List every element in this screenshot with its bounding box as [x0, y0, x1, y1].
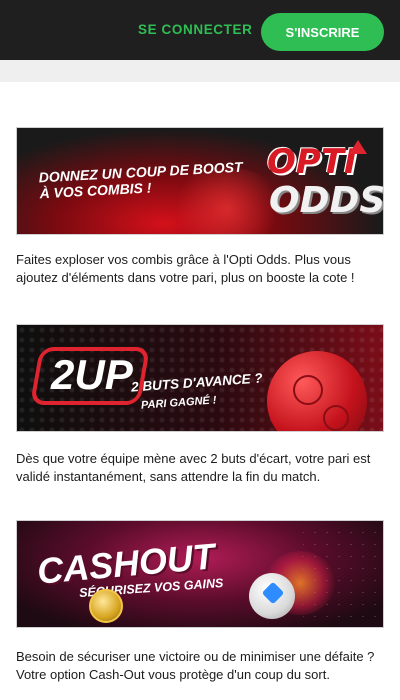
promo-description: Faites exploser vos combis grâce à l'Opt…	[16, 252, 355, 285]
promo-banner-opti-odds[interactable]: DONNEZ UN COUP DE BOOST À VOS COMBIS ! O…	[16, 127, 384, 235]
sub-header-strip	[0, 60, 400, 82]
signup-button[interactable]: S'INSCRIRE	[261, 13, 384, 51]
promo-banner-2up[interactable]: 2UP 2 BUTS D'AVANCE ? PARI GAGNÉ !	[16, 324, 384, 432]
odds-logo-text: ODDS	[269, 180, 384, 221]
promo-card-opti-odds: DONNEZ UN COUP DE BOOST À VOS COMBIS ! O…	[16, 127, 384, 285]
2up-logo-text: 2UP	[51, 351, 133, 398]
login-link[interactable]: SE CONNECTER	[138, 22, 252, 37]
promo-card-2up: 2UP 2 BUTS D'AVANCE ? PARI GAGNÉ ! Dès q…	[16, 324, 384, 484]
ball-seam-decoration	[293, 375, 323, 405]
coin-icon	[89, 589, 123, 623]
boost-arrow-icon	[349, 140, 367, 154]
promo-description: Dès que votre équipe mène avec 2 buts d'…	[16, 451, 371, 484]
promo-banner-cashout[interactable]: CASHOUT SÉCURISEZ VOS GAINS	[16, 520, 384, 628]
promo-card-cashout: CASHOUT SÉCURISEZ VOS GAINS Besoin de sé…	[16, 520, 384, 682]
opti-logo-text: OPTI	[267, 142, 357, 182]
ball-seam-decoration	[323, 405, 349, 431]
top-bar: SE CONNECTER S'INSCRIRE	[0, 0, 400, 60]
promo-description: Besoin de sécuriser une victoire ou de m…	[16, 649, 375, 682]
